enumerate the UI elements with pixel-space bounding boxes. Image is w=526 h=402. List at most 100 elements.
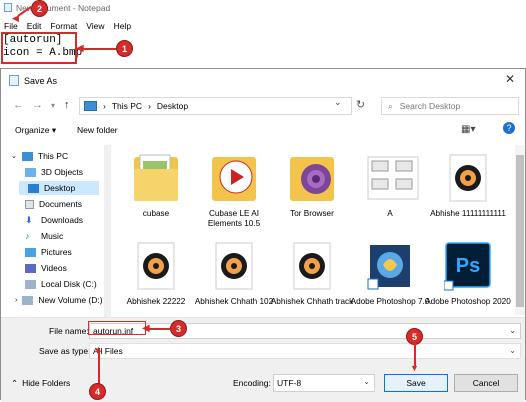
file-item-abhishek-chhath-track[interactable]: Abhishek Chhath track (269, 239, 355, 307)
dialog-footer: File name: autorun.inf ⌄ Save as type: A… (1, 317, 525, 402)
nav-label: Local Disk (C:) (41, 279, 97, 289)
address-dropdown-icon[interactable]: ⌄ (334, 97, 342, 108)
music-file-icon (444, 151, 492, 205)
menu-help[interactable]: Help (114, 21, 131, 31)
chevron-down-icon[interactable]: ⌄ (363, 377, 370, 386)
file-item-tor-browser[interactable]: Tor Browser (269, 151, 355, 219)
arrowhead-down-icon: ▼ (410, 363, 419, 373)
expand-chevron-icon: › (15, 296, 18, 304)
breadcrumb-this-pc[interactable]: This PC (112, 101, 142, 111)
music-file-icon (210, 239, 258, 293)
arrowhead-up-icon: ▲ (94, 344, 103, 354)
annotation-marker-5: 5 (406, 328, 423, 345)
dialog-title: Save As (24, 75, 58, 86)
file-item-abhishe[interactable]: Abhishe 11111111111 (425, 151, 511, 219)
address-bar[interactable]: › This PC › Desktop (79, 97, 352, 115)
breadcrumb-sep-icon: › (148, 101, 151, 111)
file-label: A (387, 209, 393, 218)
file-label: Cubase LE AI Elements 10.5 (207, 209, 261, 228)
save-type-select[interactable]: All Files ⌄ (89, 343, 521, 359)
image-thumbnail-icon (366, 151, 419, 205)
nav-item-downloads[interactable]: ⬇ Downloads (25, 213, 83, 227)
nav-item-local-disk[interactable]: Local Disk (C:) (25, 277, 97, 291)
view-options-icon[interactable]: ▦▾ (461, 124, 475, 135)
new-folder-button[interactable]: New folder (77, 125, 118, 135)
text-highlight-box (1, 32, 77, 64)
chevron-down-icon[interactable]: ⌄ (509, 346, 516, 355)
save-button[interactable]: Save (384, 374, 448, 392)
notepad-app-icon (9, 75, 19, 86)
cube-icon (25, 167, 36, 177)
hide-folders-button[interactable]: ⌃ Hide Folders (11, 378, 70, 389)
navigation-pane: ⌄ This PC 3D Objects Desktop Documents ⬇… (1, 145, 103, 319)
file-label: cubase (142, 209, 170, 218)
help-icon[interactable]: ? (503, 122, 515, 134)
back-arrow-icon[interactable]: ← (13, 99, 24, 111)
file-item-cubase[interactable]: cubase (113, 151, 199, 219)
cancel-button[interactable]: Cancel (454, 374, 518, 392)
video-icon (25, 263, 36, 273)
menu-view[interactable]: View (86, 21, 104, 31)
download-icon: ⬇ (25, 214, 33, 225)
annotation-marker-2: 2 (31, 0, 48, 17)
close-icon[interactable]: ✕ (505, 72, 515, 86)
annotation-arrow-1 (82, 48, 116, 50)
file-item-adobe-photoshop-2020[interactable]: Ps Adobe Photoshop 2020 (425, 239, 511, 307)
annotation-arrow-3 (148, 328, 170, 330)
photoshop-7-icon (366, 239, 414, 293)
breadcrumb-desktop[interactable]: Desktop (157, 101, 188, 111)
nav-label: Desktop (44, 183, 76, 193)
encoding-value: UTF-8 (277, 378, 302, 388)
nav-item-this-pc[interactable]: ⌄ This PC (11, 149, 68, 163)
menu-edit[interactable]: Edit (27, 21, 42, 31)
music-file-icon (288, 239, 336, 293)
nav-label: Downloads (41, 215, 84, 225)
file-name-input[interactable]: autorun.inf ⌄ (89, 323, 521, 339)
arrowhead-icon: ◀ (12, 13, 19, 23)
file-item-cubase-le[interactable]: Cubase LE AI Elements 10.5 (191, 151, 277, 229)
folder-icon (210, 151, 258, 205)
file-item-adobe-photoshop-7[interactable]: Adobe Photoshop 7.0 (347, 239, 433, 307)
nav-item-3d-objects[interactable]: 3D Objects (25, 165, 83, 179)
nav-item-new-volume[interactable]: › New Volume (D:) (15, 293, 103, 307)
recent-chevron-icon[interactable]: ▾ (51, 101, 55, 110)
nav-scrollbar[interactable] (104, 145, 111, 317)
nav-item-desktop[interactable]: Desktop (19, 181, 99, 195)
annotation-marker-3: 3 (170, 320, 187, 337)
file-label: Abhishe 11111111111 (430, 209, 506, 218)
chevron-down-icon[interactable]: ⌄ (509, 326, 516, 335)
nav-item-pictures[interactable]: Pictures (25, 245, 72, 259)
organize-button[interactable]: Organize ▾ (15, 125, 56, 136)
folder-icon (132, 151, 180, 205)
nav-item-videos[interactable]: Videos (25, 261, 67, 275)
file-item-abhishek-chhath-102[interactable]: Abhishek Chhath 102 (191, 239, 277, 307)
file-label: Adobe Photoshop 7.0 (350, 297, 430, 306)
refresh-icon[interactable]: ↻ (356, 98, 365, 111)
search-box[interactable]: ⌕ Search Desktop (381, 97, 519, 115)
nav-label: Music (41, 231, 64, 241)
annotation-arrow-4 (98, 350, 100, 384)
menu-format[interactable]: Format (50, 21, 77, 31)
svg-text:Ps: Ps (456, 255, 480, 277)
file-item-abhishek-22222[interactable]: Abhishek 22222 (113, 239, 199, 307)
photoshop-2020-icon: Ps (443, 239, 492, 293)
forward-arrow-icon[interactable]: → (32, 99, 43, 111)
picture-icon (25, 247, 36, 257)
breadcrumb-sep-icon: › (103, 101, 106, 111)
nav-item-music[interactable]: ♪ Music (25, 229, 63, 243)
nav-label: This PC (37, 151, 69, 161)
notepad-icon (4, 3, 12, 12)
expand-chevron-icon: ⌄ (11, 153, 17, 160)
up-arrow-icon[interactable]: ↑ (64, 99, 70, 111)
pc-icon (84, 101, 97, 111)
file-name-highlight-box (88, 321, 146, 335)
nav-item-documents[interactable]: Documents (25, 197, 82, 211)
file-item-a[interactable]: A (347, 151, 433, 219)
file-label: Adobe Photoshop 2020 (425, 297, 511, 306)
search-icon: ⌕ (388, 100, 393, 111)
scrollbar-thumb[interactable] (516, 155, 524, 307)
encoding-select[interactable]: UTF-8 ⌄ (273, 374, 375, 392)
desktop-icon (28, 183, 39, 193)
file-list: cubase Cubase LE AI Elements 10.5 Tor Br… (113, 145, 516, 317)
music-file-icon (132, 239, 180, 293)
